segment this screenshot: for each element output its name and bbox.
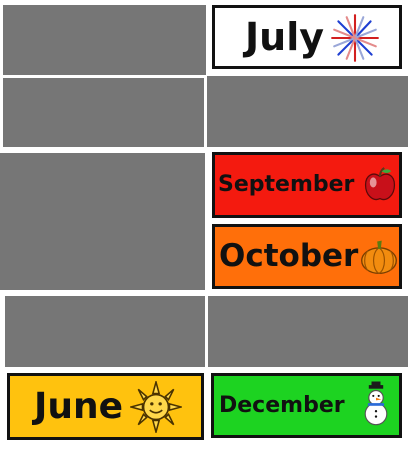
apple-icon [364, 167, 396, 201]
placeholder-block-5 [5, 296, 205, 367]
month-label-july: July [245, 15, 324, 59]
month-card-september[interactable]: September [212, 152, 402, 218]
month-card-october[interactable]: October [212, 224, 402, 289]
placeholder-block-1 [3, 5, 206, 75]
snowman-icon [364, 381, 388, 426]
fireworks-icon [331, 14, 379, 62]
placeholder-block-2 [3, 78, 204, 147]
month-label-june: June [34, 385, 124, 427]
month-card-july[interactable]: July [212, 5, 402, 69]
month-card-december[interactable]: December [211, 373, 402, 438]
placeholder-block-3 [207, 76, 408, 147]
placeholder-block-4 [0, 153, 205, 290]
pumpkin-icon [361, 240, 397, 275]
placeholder-block-6 [208, 296, 408, 367]
sun-icon [130, 381, 182, 433]
month-label-september: September [218, 172, 355, 197]
month-label-december: December [219, 392, 345, 418]
month-card-june[interactable]: June [7, 373, 204, 440]
month-label-october: October [219, 238, 359, 274]
